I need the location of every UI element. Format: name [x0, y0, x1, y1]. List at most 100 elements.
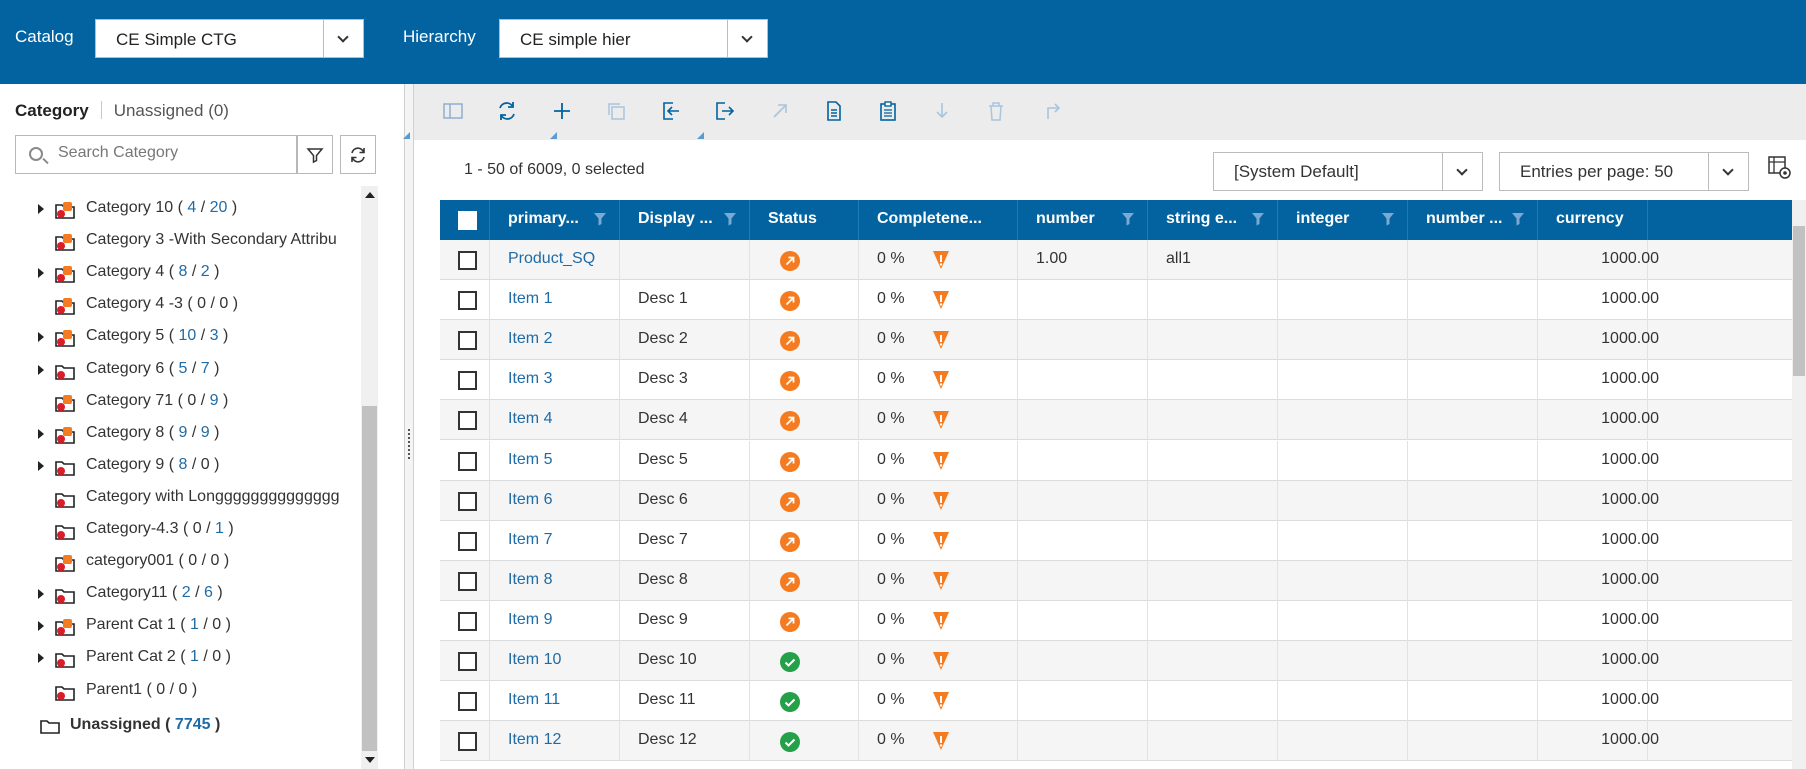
clipboard-button[interactable]: [873, 96, 903, 126]
column-filter-icon[interactable]: [1251, 212, 1265, 231]
column-header[interactable]: primary...: [490, 200, 620, 240]
redo-button[interactable]: [1037, 96, 1067, 126]
catalog-select[interactable]: CE Simple CTG: [95, 19, 364, 58]
row-checkbox[interactable]: [458, 331, 477, 351]
item-link[interactable]: Item 7: [508, 531, 552, 549]
item-link[interactable]: Item 8: [508, 571, 552, 589]
column-header[interactable]: number ...: [1408, 200, 1538, 240]
refresh-button[interactable]: [492, 96, 522, 126]
entries-dropdown-button[interactable]: [1708, 153, 1748, 190]
item-link[interactable]: Item 12: [508, 731, 561, 749]
row-checkbox[interactable]: [458, 451, 477, 471]
menu-indicator-icon[interactable]: [697, 132, 704, 139]
table-row[interactable]: Item 12 Desc 12 0 % 1000.00: [440, 721, 1792, 762]
item-link[interactable]: Item 10: [508, 651, 561, 669]
column-filter-icon[interactable]: [593, 212, 607, 231]
item-link[interactable]: Item 2: [508, 330, 552, 348]
tree-scrollbar[interactable]: [361, 186, 378, 769]
item-link[interactable]: Item 6: [508, 491, 552, 509]
view-dropdown-button[interactable]: [1442, 153, 1482, 190]
splitter-grip-icon[interactable]: [408, 429, 410, 459]
row-checkbox[interactable]: [458, 611, 477, 631]
table-row[interactable]: Item 9 Desc 9 0 % 1000.00: [440, 600, 1792, 641]
expand-arrow-icon[interactable]: [38, 653, 44, 664]
column-filter-icon[interactable]: [1381, 212, 1395, 231]
column-header[interactable]: integer: [1278, 200, 1408, 240]
column-header[interactable]: Status: [750, 200, 859, 240]
filter-button[interactable]: [297, 135, 333, 174]
row-checkbox[interactable]: [458, 371, 477, 391]
table-row[interactable]: Item 4 Desc 4 0 % 1000.00: [440, 400, 1792, 441]
scrollbar-thumb[interactable]: [362, 406, 377, 751]
tab-unassigned[interactable]: Unassigned (0): [114, 101, 229, 120]
expand-arrow-icon[interactable]: [38, 332, 44, 343]
column-header[interactable]: currency: [1538, 200, 1648, 240]
category-search[interactable]: [15, 135, 297, 174]
item-link[interactable]: Product_SQ: [508, 250, 595, 268]
expand-arrow-icon[interactable]: [38, 204, 44, 214]
row-checkbox[interactable]: [458, 251, 477, 270]
item-link[interactable]: Item 3: [508, 370, 552, 388]
table-row[interactable]: Item 2 Desc 2 0 % 1000.00: [440, 320, 1792, 361]
expand-arrow-icon[interactable]: [38, 428, 44, 439]
menu-indicator-icon[interactable]: [403, 132, 410, 139]
row-checkbox[interactable]: [458, 652, 477, 671]
row-checkbox[interactable]: [458, 692, 477, 712]
row-checkbox[interactable]: [458, 571, 477, 591]
expand-arrow-icon[interactable]: [38, 589, 44, 600]
menu-indicator-icon[interactable]: [550, 132, 557, 139]
download-button[interactable]: [927, 96, 957, 126]
item-link[interactable]: Item 5: [508, 451, 552, 469]
scroll-down-icon[interactable]: [365, 757, 375, 763]
hierarchy-dropdown-button[interactable]: [727, 20, 767, 57]
column-header[interactable]: Display ...: [620, 200, 750, 240]
item-link[interactable]: Item 4: [508, 410, 552, 428]
table-row[interactable]: Item 6 Desc 6 0 % 1000.00: [440, 480, 1792, 521]
export-button[interactable]: [710, 96, 740, 126]
catalog-dropdown-button[interactable]: [323, 20, 363, 57]
row-checkbox[interactable]: [458, 732, 477, 752]
import-button[interactable]: [656, 96, 686, 126]
table-row[interactable]: Item 3 Desc 3 0 % 1000.00: [440, 360, 1792, 401]
row-checkbox[interactable]: [458, 531, 477, 551]
open-external-button[interactable]: [765, 96, 795, 126]
select-all-checkbox[interactable]: [458, 211, 477, 230]
table-row[interactable]: Item 5 Desc 5 0 % 1000.00: [440, 440, 1792, 481]
scrollbar-thumb[interactable]: [1793, 226, 1805, 376]
refresh-tree-button[interactable]: [340, 135, 376, 174]
column-header[interactable]: string e...: [1148, 200, 1278, 240]
table-row[interactable]: Item 1 Desc 1 0 % 1000.00: [440, 280, 1792, 321]
table-row[interactable]: Item 11 Desc 11 0 % 1000.00: [440, 681, 1792, 722]
delete-button[interactable]: [981, 96, 1011, 126]
column-header[interactable]: Completene...: [859, 200, 1018, 240]
table-row[interactable]: Item 8 Desc 8 0 % 1000.00: [440, 560, 1792, 601]
expand-arrow-icon[interactable]: [38, 268, 44, 279]
add-button[interactable]: [547, 96, 577, 126]
panel-splitter[interactable]: [404, 84, 414, 769]
hierarchy-select[interactable]: CE simple hier: [499, 19, 768, 58]
table-settings-icon[interactable]: [1768, 155, 1792, 181]
scroll-up-icon[interactable]: [365, 192, 375, 198]
view-select[interactable]: [System Default]: [1213, 152, 1483, 191]
tab-category[interactable]: Category: [15, 101, 89, 120]
table-row[interactable]: Product_SQ 0 % 1.00 all1 1000.00: [440, 240, 1792, 280]
copy-button[interactable]: [601, 96, 631, 126]
column-filter-icon[interactable]: [1121, 212, 1135, 231]
item-link[interactable]: Item 11: [508, 691, 560, 709]
column-filter-icon[interactable]: [723, 212, 737, 231]
table-row[interactable]: Item 7 Desc 7 0 % 1000.00: [440, 520, 1792, 561]
search-input[interactable]: [58, 144, 288, 162]
document-button[interactable]: [819, 96, 849, 126]
item-link[interactable]: Item 1: [508, 290, 552, 308]
grid-scrollbar[interactable]: [1792, 200, 1806, 769]
expand-arrow-icon[interactable]: [38, 364, 44, 375]
row-checkbox[interactable]: [458, 291, 477, 311]
panel-toggle-button[interactable]: [438, 96, 468, 126]
item-link[interactable]: Item 9: [508, 611, 552, 629]
column-filter-icon[interactable]: [1511, 212, 1525, 231]
column-header[interactable]: number: [1018, 200, 1148, 240]
row-checkbox[interactable]: [458, 411, 477, 431]
expand-arrow-icon[interactable]: [38, 460, 44, 471]
row-checkbox[interactable]: [458, 491, 477, 511]
expand-arrow-icon[interactable]: [38, 621, 44, 632]
